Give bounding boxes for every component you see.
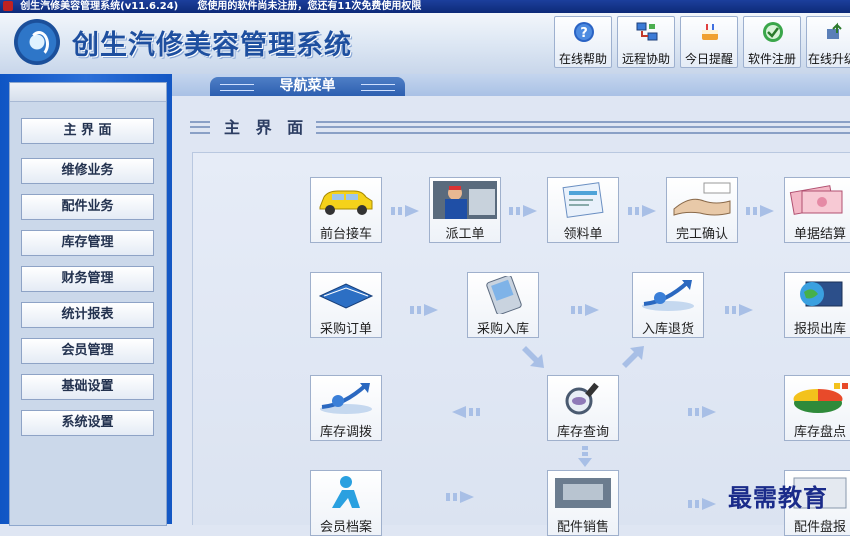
flow-arrow-right-icon bbox=[746, 205, 774, 217]
online-help-button[interactable]: ? 在线帮助 bbox=[554, 16, 612, 68]
app-icon bbox=[3, 1, 13, 11]
flow-arrow-right-icon bbox=[446, 491, 474, 503]
header-decoration bbox=[190, 121, 210, 134]
cash-icon bbox=[789, 185, 843, 215]
page-header: 主 界 面 bbox=[180, 110, 850, 140]
func-member-records[interactable]: 会员档案 bbox=[310, 470, 382, 536]
toolbar-label: 远程协助 bbox=[621, 52, 670, 66]
title-bar: 创生汽修美容管理系统(v11.6.24) 您使用的软件尚未注册，您还有11次免费… bbox=[0, 0, 850, 13]
func-label: 报损出库 bbox=[793, 322, 846, 337]
toolbar-label: 软件注册 bbox=[747, 52, 796, 66]
toolbar-label: 在线帮助 bbox=[558, 52, 607, 66]
sidebar-item-inventory[interactable]: 库存管理 bbox=[21, 230, 154, 256]
flow-arrow-down-icon bbox=[578, 446, 592, 467]
page-title: 主 界 面 bbox=[224, 118, 309, 137]
svg-text:?: ? bbox=[580, 26, 588, 41]
window-title: 创生汽修美容管理系统(v11.6.24) bbox=[20, 1, 179, 12]
flow-arrow-right-icon bbox=[410, 304, 438, 316]
help-icon: ? bbox=[574, 22, 594, 42]
mechanic-icon bbox=[433, 181, 497, 219]
flow-arrow-down-right-icon bbox=[522, 346, 544, 368]
logo-icon bbox=[14, 19, 60, 65]
func-damage-outbound[interactable]: 报损出库 bbox=[784, 272, 850, 338]
func-label: 配件销售 bbox=[556, 520, 609, 535]
remote-assist-button[interactable]: 远程协助 bbox=[617, 16, 675, 68]
func-label: 领料单 bbox=[563, 227, 603, 242]
register-icon bbox=[763, 22, 783, 42]
parts-sale-icon bbox=[555, 478, 611, 508]
nav-menu-bar: 导航菜单 bbox=[172, 74, 850, 96]
watermark: 最需教育 bbox=[728, 483, 828, 512]
globe-monitor-icon bbox=[800, 281, 843, 307]
today-reminder-button[interactable]: 今日提醒 bbox=[680, 16, 738, 68]
transfer-chart-icon bbox=[320, 383, 372, 414]
func-label: 前台接车 bbox=[319, 227, 372, 242]
magnifier-icon bbox=[565, 382, 599, 415]
func-purchase-inbound[interactable]: 采购入库 bbox=[467, 272, 539, 338]
func-label: 派工单 bbox=[445, 227, 485, 242]
func-label: 配件盘报 bbox=[793, 520, 846, 535]
sidebar-item-finance[interactable]: 财务管理 bbox=[21, 266, 154, 292]
pda-icon bbox=[486, 276, 522, 314]
flow-arrow-left-icon bbox=[452, 406, 480, 418]
online-upgrade-button[interactable]: 在线升级 bbox=[806, 16, 850, 68]
func-label: 采购入库 bbox=[476, 322, 529, 337]
func-label: 采购订单 bbox=[319, 322, 372, 337]
func-label: 完工确认 bbox=[675, 227, 728, 242]
upgrade-icon bbox=[827, 22, 842, 39]
sidebar-item-basic-settings[interactable]: 基础设置 bbox=[21, 374, 154, 400]
sidebar-item-parts[interactable]: 配件业务 bbox=[21, 194, 154, 220]
func-completion-confirm[interactable]: 完工确认 bbox=[666, 177, 738, 243]
nav-menu-tab: 导航菜单 bbox=[210, 77, 405, 96]
func-dispatch[interactable]: 派工单 bbox=[429, 177, 501, 243]
func-inbound-return[interactable]: 入库退货 bbox=[632, 272, 704, 338]
pie-chart-icon bbox=[793, 383, 848, 413]
func-label: 库存查询 bbox=[556, 425, 609, 440]
func-stocktaking[interactable]: 库存盘点 bbox=[784, 375, 850, 441]
sidebar-item-main[interactable]: 主 界 面 bbox=[21, 118, 154, 144]
cake-icon bbox=[702, 24, 718, 40]
registration-notice: 您使用的软件尚未注册，您还有11次免费使用权限 bbox=[197, 1, 422, 12]
toolbar-label: 在线升级 bbox=[807, 52, 850, 66]
sidebar-item-members[interactable]: 会员管理 bbox=[21, 338, 154, 364]
flow-arrow-right-icon bbox=[688, 406, 716, 418]
car-icon bbox=[319, 190, 373, 215]
order-book-icon bbox=[318, 283, 374, 309]
func-label: 入库退货 bbox=[641, 322, 694, 337]
sidebar-item-system-settings[interactable]: 系统设置 bbox=[21, 410, 154, 436]
func-settlement[interactable]: 单据结算 bbox=[784, 177, 850, 243]
header-decoration bbox=[316, 121, 850, 134]
flow-arrow-right-icon bbox=[688, 498, 716, 510]
flow-arrow-right-icon bbox=[628, 205, 656, 217]
func-label: 会员档案 bbox=[319, 520, 372, 535]
brand-title: 创生汽修美容管理系统 bbox=[72, 30, 352, 61]
func-stock-transfer[interactable]: 库存调拨 bbox=[310, 375, 382, 441]
return-chart-icon bbox=[642, 280, 694, 311]
flow-arrow-up-right-icon bbox=[622, 346, 644, 368]
flow-arrow-right-icon bbox=[725, 304, 753, 316]
func-parts-sale[interactable]: 配件销售 bbox=[547, 470, 619, 536]
func-purchase-order[interactable]: 采购订单 bbox=[310, 272, 382, 338]
flow-arrow-right-icon bbox=[509, 205, 537, 217]
func-material-request[interactable]: 领料单 bbox=[547, 177, 619, 243]
sidebar-item-reports[interactable]: 统计报表 bbox=[21, 302, 154, 328]
remote-assist-icon bbox=[636, 22, 658, 41]
toolbar-label: 今日提醒 bbox=[684, 52, 733, 66]
flow-arrow-right-icon bbox=[391, 205, 419, 217]
handshake-icon bbox=[673, 182, 731, 216]
func-label: 单据结算 bbox=[793, 227, 846, 242]
header-banner: 创生汽修美容管理系统 ? 在线帮助 远程协助 今日提醒 软件注册 在线升级 bbox=[0, 13, 850, 75]
member-icon bbox=[332, 476, 360, 508]
func-label: 库存盘点 bbox=[793, 425, 846, 440]
func-stock-query[interactable]: 库存查询 bbox=[547, 375, 619, 441]
func-front-desk[interactable]: 前台接车 bbox=[310, 177, 382, 243]
parts-list-icon bbox=[562, 182, 604, 218]
sidebar-header-strip bbox=[10, 83, 166, 102]
sidebar-item-repair[interactable]: 维修业务 bbox=[21, 158, 154, 184]
software-register-button[interactable]: 软件注册 bbox=[743, 16, 801, 68]
func-label: 库存调拨 bbox=[319, 425, 372, 440]
flow-arrow-right-icon bbox=[571, 304, 599, 316]
